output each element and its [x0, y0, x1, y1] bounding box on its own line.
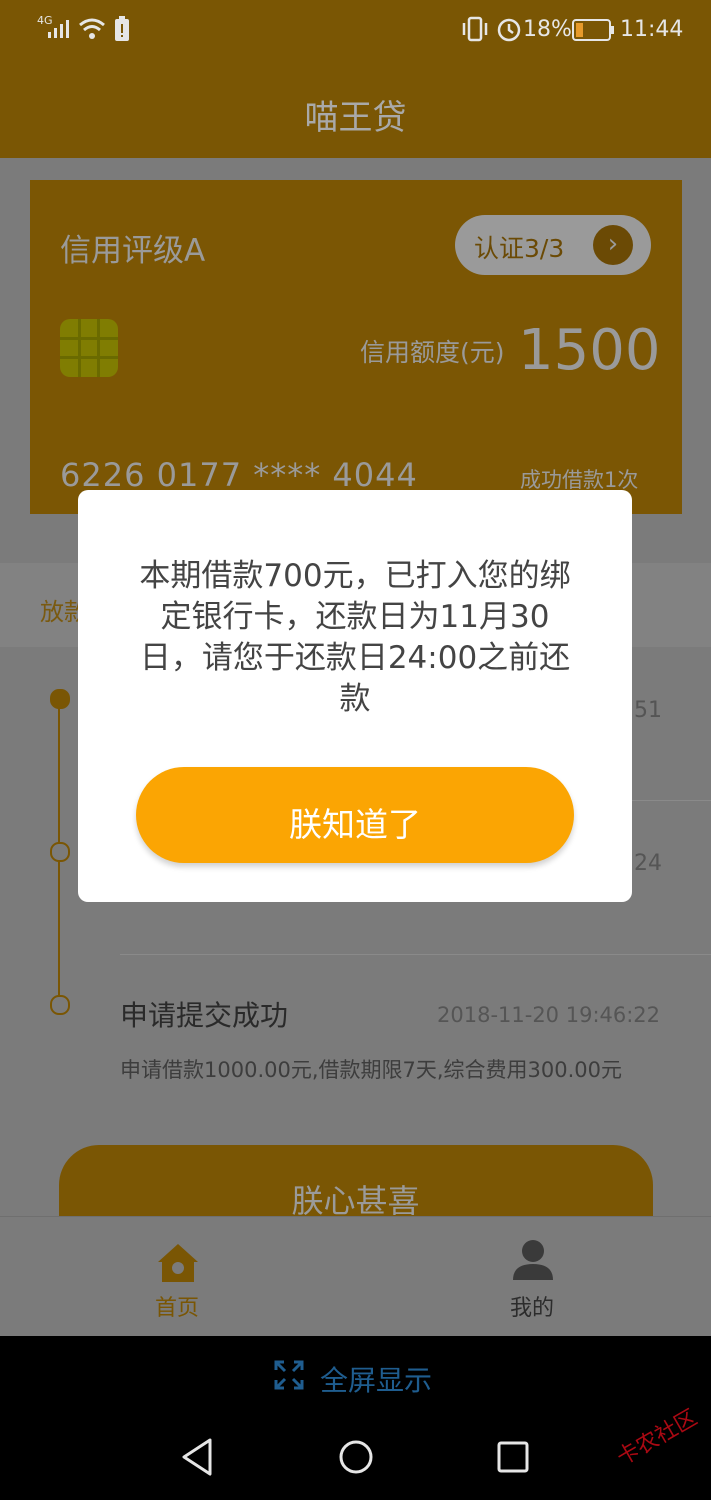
dialog-message: 本期借款700元，已打入您的绑定银行卡，还款日为11月30日，请您于还款日24:… [139, 558, 571, 717]
certification-label: 认证3/3 [474, 234, 565, 263]
fullscreen-icon[interactable] [274, 1360, 304, 1390]
timeline-item-desc: 申请借款1000.00元,借款期限7天,综合费用300.00元 [120, 1058, 623, 1082]
battery-percent: 18% [523, 17, 572, 42]
divider [120, 954, 711, 955]
tab-home-label: 首页 [155, 1296, 200, 1321]
chevron-right-icon: › [593, 225, 633, 265]
battery-icon [572, 19, 614, 41]
card-number: 6226 0177 **** 4044 [60, 456, 418, 494]
bottom-tab-bar [0, 1216, 711, 1337]
home-circle-icon[interactable] [338, 1438, 374, 1476]
wifi-icon [79, 18, 105, 39]
battery-alert-icon [115, 16, 129, 41]
back-icon[interactable] [180, 1438, 216, 1476]
timeline-dot [50, 689, 70, 709]
user-icon [513, 1240, 553, 1280]
dialog-confirm-label: 朕知道了 [289, 805, 421, 844]
timeline-dot [50, 842, 70, 862]
fullscreen-button[interactable]: 全屏显示 [320, 1359, 432, 1399]
tab-me-label: 我的 [510, 1296, 555, 1321]
card-chip-icon [60, 319, 118, 377]
timeline-time-partial: 24 [634, 851, 662, 876]
credit-limit-label: 信用额度(元) [360, 338, 505, 367]
vibrate-icon [462, 16, 488, 42]
credit-limit-value: 1500 [518, 318, 661, 383]
clock: 11:44 [620, 17, 684, 42]
timeline-time-partial: 51 [634, 698, 662, 723]
signal-icon [48, 20, 69, 38]
recents-icon[interactable] [496, 1440, 530, 1474]
home-icon [158, 1244, 198, 1282]
timeline-item-time: 2018-11-20 19:46:22 [437, 1003, 661, 1027]
timeline-item-title: 申请提交成功 [120, 999, 289, 1032]
alarm-icon [497, 18, 521, 42]
timeline-dot [50, 995, 70, 1015]
page-title: 喵王贷 [304, 98, 407, 138]
credit-rating: 信用评级A [60, 233, 206, 269]
